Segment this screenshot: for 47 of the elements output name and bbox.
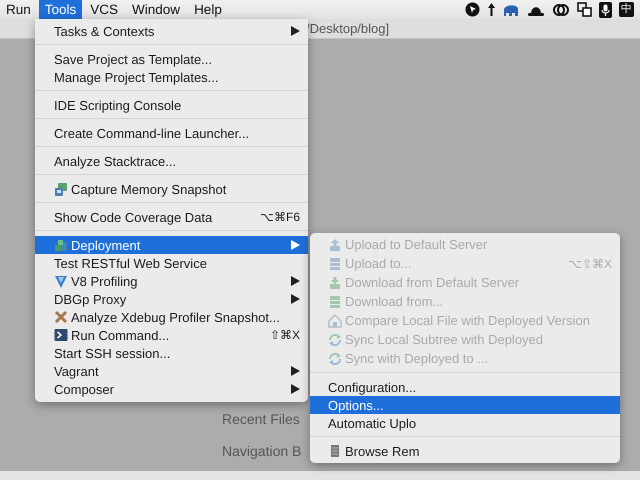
upload-icon: [328, 238, 342, 252]
menu-item[interactable]: Show Code Coverage Data ⌥⌘F6: [35, 208, 308, 226]
up-arrow-icon[interactable]: [487, 2, 496, 17]
menu-item[interactable]: Manage Project Templates...: [35, 68, 308, 86]
menu-item[interactable]: Options...: [310, 396, 620, 414]
cursor-icon[interactable]: [465, 2, 480, 17]
sync-icon: [328, 352, 342, 366]
sync-icon: [328, 332, 342, 346]
microphone-icon[interactable]: [599, 2, 612, 18]
menu-item[interactable]: Deployment: [35, 236, 308, 254]
menu-bar-item[interactable]: Help: [188, 0, 228, 19]
menu-bar-item[interactable]: Run: [0, 0, 37, 19]
input-source-indicator[interactable]: 中: [619, 2, 634, 17]
menu-bar-item[interactable]: Window: [126, 0, 186, 19]
menu-item[interactable]: Create Command-line Launcher...: [35, 124, 308, 142]
rings-icon[interactable]: [552, 2, 570, 16]
submenu-arrow-icon: [291, 26, 300, 36]
house-icon: [328, 314, 342, 328]
menu-item[interactable]: Composer: [35, 380, 308, 398]
menu-item[interactable]: Start SSH session...: [35, 344, 308, 362]
menu-item[interactable]: Save Project as Template...: [35, 50, 308, 68]
menu-item[interactable]: V8 Profiling: [35, 272, 308, 290]
window-title: /Desktop/blog]: [306, 21, 390, 36]
shield-icon: [54, 274, 68, 288]
shortcut: ⇧⌘X: [270, 328, 300, 342]
submenu-arrow-icon: [291, 240, 300, 250]
menu-item[interactable]: Browse Rem: [310, 442, 620, 460]
menu-item[interactable]: Configuration...: [310, 378, 620, 396]
windows-icon[interactable]: [577, 2, 592, 17]
shortcut: ⌥⌘F6: [260, 210, 300, 224]
menu-item[interactable]: Automatic Uplo: [310, 414, 620, 432]
menu-bar-item[interactable]: Tools: [38, 0, 82, 19]
download-icon: [328, 276, 342, 290]
terminal-icon: [54, 328, 68, 342]
menu-bar-item[interactable]: VCS: [84, 0, 124, 19]
cross-icon: [54, 310, 68, 324]
menu-item[interactable]: Run Command... ⇧⌘X: [35, 326, 308, 344]
menu-item[interactable]: DBGp Proxy: [35, 290, 308, 308]
menu-item[interactable]: Test RESTful Web Service: [35, 254, 308, 272]
menu-item[interactable]: Capture Memory Snapshot: [35, 180, 308, 198]
memory-icon: [54, 182, 68, 196]
menu-item[interactable]: Tasks & Contexts: [35, 22, 308, 40]
menu-item[interactable]: Analyze Stacktrace...: [35, 152, 308, 170]
shortcut: ⌥⇧⌘X: [568, 256, 612, 270]
menu-item[interactable]: Vagrant: [35, 362, 308, 380]
menu-item[interactable]: Analyze Xdebug Profiler Snapshot...: [35, 308, 308, 326]
menu-item[interactable]: IDE Scripting Console: [35, 96, 308, 114]
